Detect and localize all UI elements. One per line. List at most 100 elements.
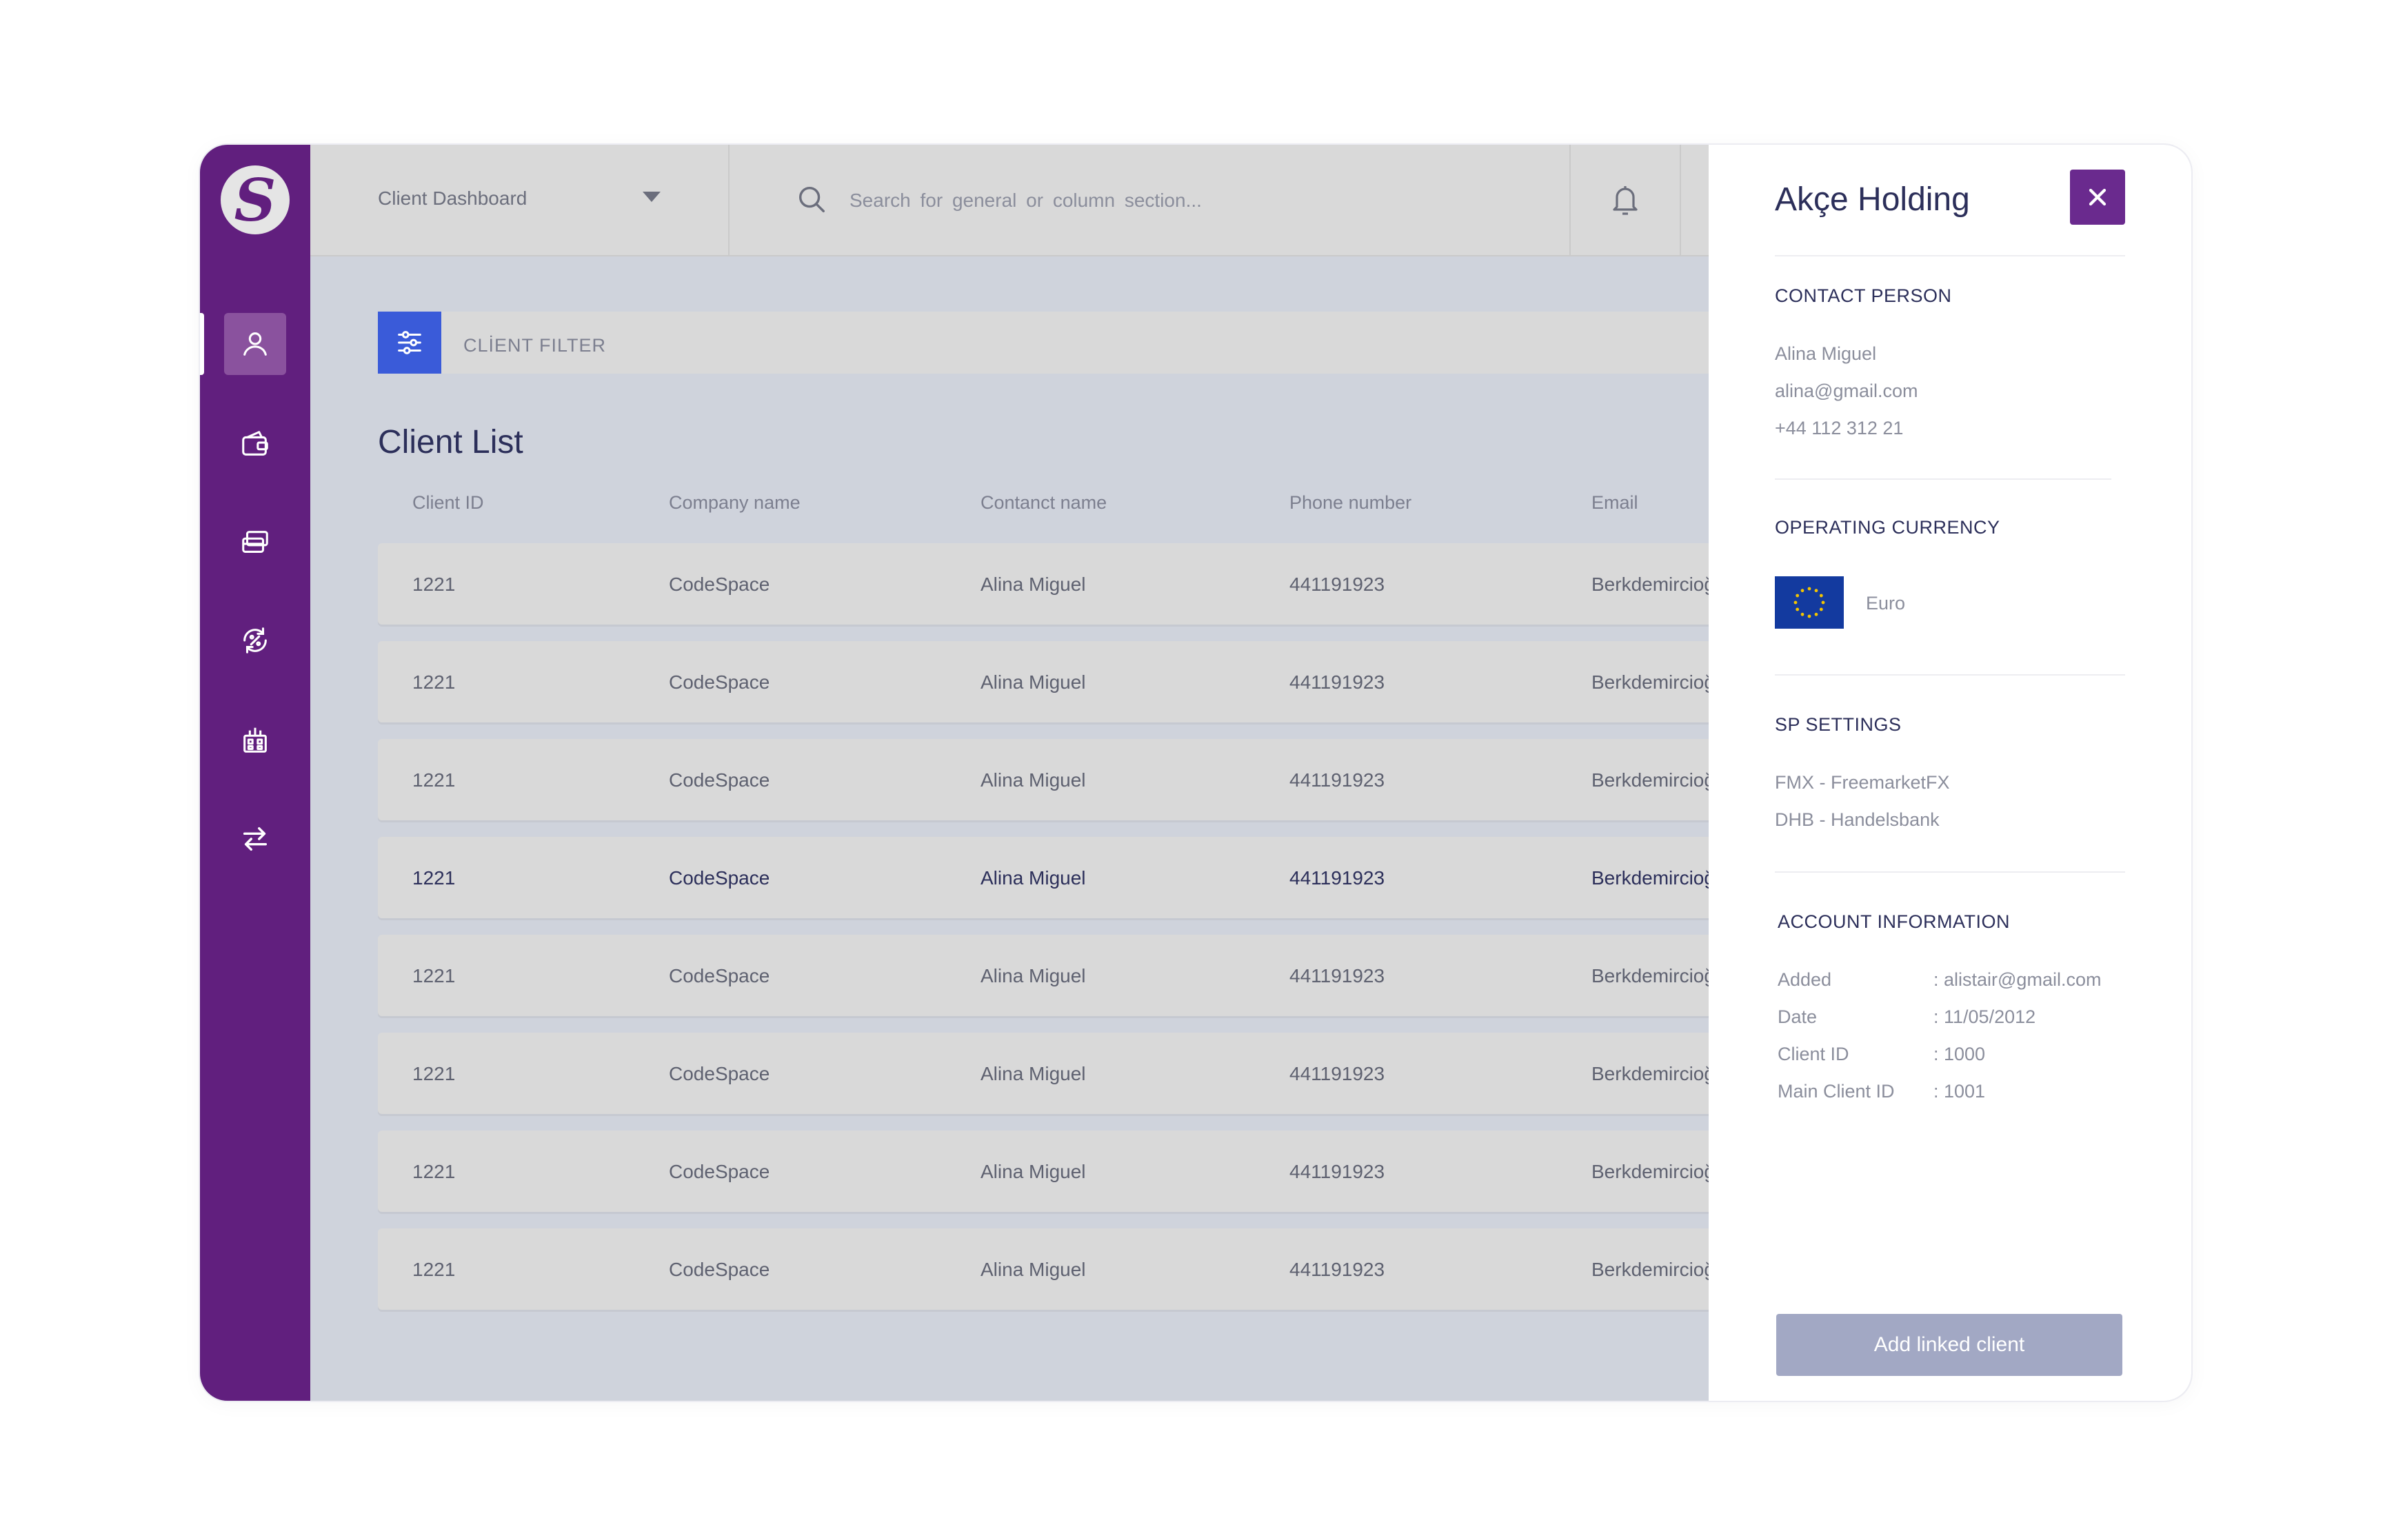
divider [1775, 674, 2125, 676]
cell-company-name: CodeSpace [669, 867, 770, 889]
filter-button[interactable] [378, 312, 441, 374]
bell-icon [1613, 186, 1638, 215]
contact-person-email: alina@gmail.com [1775, 381, 1918, 401]
cell-company-name: CodeSpace [669, 671, 770, 693]
sidebar-item-transfers[interactable] [224, 808, 286, 870]
sidebar-item-cards[interactable] [224, 511, 286, 574]
column-header-company-name[interactable]: Company name [669, 492, 801, 514]
eu-flag-icon [1775, 576, 1844, 629]
cell-contact-name: Alina Miguel [981, 867, 1086, 889]
cell-contact-name: Alina Miguel [981, 1259, 1086, 1280]
sidebar-item-exchange[interactable] [224, 609, 286, 671]
account-info-label-date: Date [1778, 1006, 1818, 1027]
building-icon [243, 727, 267, 753]
wallet-icon [242, 431, 268, 456]
cell-company-name: CodeSpace [669, 574, 770, 595]
cell-email: Berkdemircioğ [1591, 574, 1715, 595]
cell-email: Berkdemircioğ [1591, 769, 1715, 791]
table-row[interactable]: 1221 CodeSpace Alina Miguel 441191923 Be… [378, 543, 1715, 625]
client-list-title: Client List [378, 424, 523, 460]
cards-icon [242, 531, 268, 553]
column-header-contact-name[interactable]: Contanct name [981, 492, 1107, 514]
table-row[interactable]: 1221 CodeSpace Alina Miguel 441191923 Be… [378, 641, 1715, 722]
sp-settings-heading: SP SETTINGS [1775, 714, 1902, 735]
cell-company-name: CodeSpace [669, 1259, 770, 1280]
cell-email: Berkdemircioğ [1591, 671, 1715, 693]
table-row[interactable]: 1221 CodeSpace Alina Miguel 441191923 Be… [378, 935, 1715, 1016]
sp-setting-item: DHB - Handelsbank [1775, 809, 1940, 830]
cell-company-name: CodeSpace [669, 1161, 770, 1182]
divider [1775, 478, 2111, 480]
client-detail-panel: Akçe Holding CONTACT PERSON Alina Miguel… [1709, 145, 2191, 1401]
close-icon [2089, 188, 2107, 206]
cell-email: Berkdemircioğ [1591, 867, 1715, 889]
table-row[interactable]: 1221 CodeSpace Alina Miguel 441191923 Be… [378, 1228, 1715, 1310]
table-row[interactable]: 1221 CodeSpace Alina Miguel 441191923 Be… [378, 739, 1715, 820]
cell-contact-name: Alina Miguel [981, 769, 1086, 791]
search-icon [798, 186, 825, 212]
search-input[interactable] [848, 179, 1416, 222]
app-window: S Client Dashboard Search for general or… [200, 145, 2191, 1401]
sliders-icon [398, 331, 421, 354]
account-info-value-main-client-id: : 1001 [1933, 1081, 1986, 1102]
client-filter-bar[interactable]: CLİENT FILTER [378, 312, 1709, 374]
account-info-value-date: : 11/05/2012 [1933, 1006, 2036, 1027]
cell-email: Berkdemircioğ [1591, 1063, 1715, 1084]
cell-client-id: 1221 [412, 965, 456, 986]
cell-contact-name: Alina Miguel [981, 671, 1086, 693]
close-panel-button[interactable] [2070, 170, 2125, 225]
dashboard-select-label: Client Dashboard [378, 188, 527, 209]
column-header-email[interactable]: Email [1591, 492, 1638, 514]
cell-phone-number: 441191923 [1289, 1063, 1385, 1084]
column-header-client-id[interactable]: Client ID [412, 492, 484, 514]
cell-phone-number: 441191923 [1289, 867, 1385, 889]
sidebar-item-clients[interactable] [200, 313, 286, 375]
sidebar: S [200, 145, 310, 1401]
cell-phone-number: 441191923 [1289, 574, 1385, 595]
cell-company-name: CodeSpace [669, 1063, 770, 1084]
sidebar-item-organization[interactable] [224, 709, 286, 771]
main-content: Client Dashboard CLİENT FILTER Client Li… [310, 145, 1715, 1401]
cell-client-id: 1221 [412, 574, 456, 595]
cell-client-id: 1221 [412, 1161, 456, 1182]
cell-contact-name: Alina Miguel [981, 965, 1086, 986]
account-info-label-client-id: Client ID [1778, 1044, 1849, 1064]
operating-currency-heading: OPERATING CURRENCY [1775, 517, 2000, 538]
transfer-arrows-icon [243, 827, 268, 851]
table-row[interactable]: 1221 CodeSpace Alina Miguel 441191923 Be… [378, 1131, 1715, 1212]
account-info-value-added: : alistair@gmail.com [1933, 969, 2102, 990]
cell-phone-number: 441191923 [1289, 769, 1385, 791]
sidebar-item-wallet[interactable] [224, 413, 286, 475]
table-row-selected[interactable]: 1221 CodeSpace Alina Miguel 441191923 Be… [378, 837, 1715, 918]
add-linked-client-button[interactable]: Add linked client [1776, 1314, 2122, 1376]
sp-setting-item: FMX - FreemarketFX [1775, 772, 1950, 793]
panel-title: Akçe Holding [1775, 181, 1970, 218]
contact-person-heading: CONTACT PERSON [1775, 285, 1952, 306]
cell-email: Berkdemircioğ [1591, 1259, 1715, 1280]
cell-contact-name: Alina Miguel [981, 1063, 1086, 1084]
notifications-button[interactable] [1569, 145, 1681, 255]
dashboard-select[interactable]: Client Dashboard [310, 145, 730, 255]
account-info-label-added: Added [1778, 969, 1832, 990]
divider [1775, 255, 2125, 256]
cell-phone-number: 441191923 [1289, 671, 1385, 693]
column-header-phone-number[interactable]: Phone number [1289, 492, 1411, 514]
cell-phone-number: 441191923 [1289, 965, 1385, 986]
cell-client-id: 1221 [412, 1259, 456, 1280]
account-info-value-client-id: : 1000 [1933, 1044, 1986, 1064]
cell-phone-number: 441191923 [1289, 1161, 1385, 1182]
top-bar: Client Dashboard [310, 145, 1709, 256]
cell-email: Berkdemircioğ [1591, 1161, 1715, 1182]
cell-contact-name: Alina Miguel [981, 1161, 1086, 1182]
cell-client-id: 1221 [412, 769, 456, 791]
contact-person-phone: +44 112 312 21 [1775, 418, 1904, 438]
cell-client-id: 1221 [412, 867, 456, 889]
percent-exchange-icon [243, 627, 267, 654]
chevron-down-icon [643, 192, 661, 202]
cell-client-id: 1221 [412, 1063, 456, 1084]
client-filter-label: CLİENT FILTER [463, 335, 607, 356]
contact-person-name: Alina Miguel [1775, 343, 1877, 364]
table-row[interactable]: 1221 CodeSpace Alina Miguel 441191923 Be… [378, 1033, 1715, 1114]
cell-company-name: CodeSpace [669, 965, 770, 986]
currency-name: Euro [1866, 593, 1906, 614]
